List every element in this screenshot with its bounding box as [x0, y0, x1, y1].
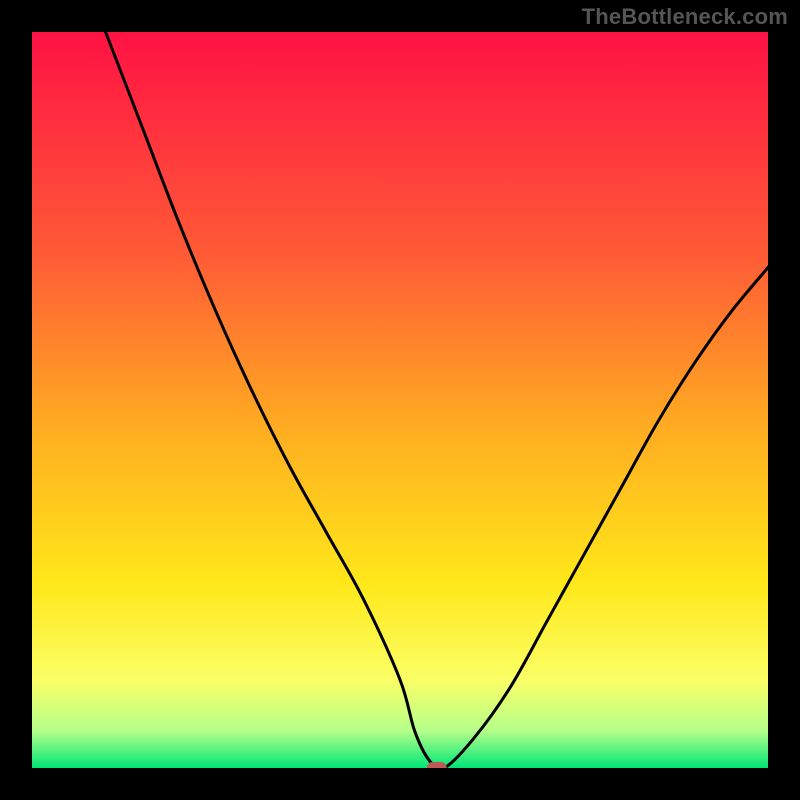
chart-frame: TheBottleneck.com	[0, 0, 800, 800]
gradient-background	[32, 32, 768, 768]
optimal-marker	[427, 762, 447, 768]
bottleneck-chart	[32, 32, 768, 768]
attribution-label: TheBottleneck.com	[582, 4, 788, 30]
